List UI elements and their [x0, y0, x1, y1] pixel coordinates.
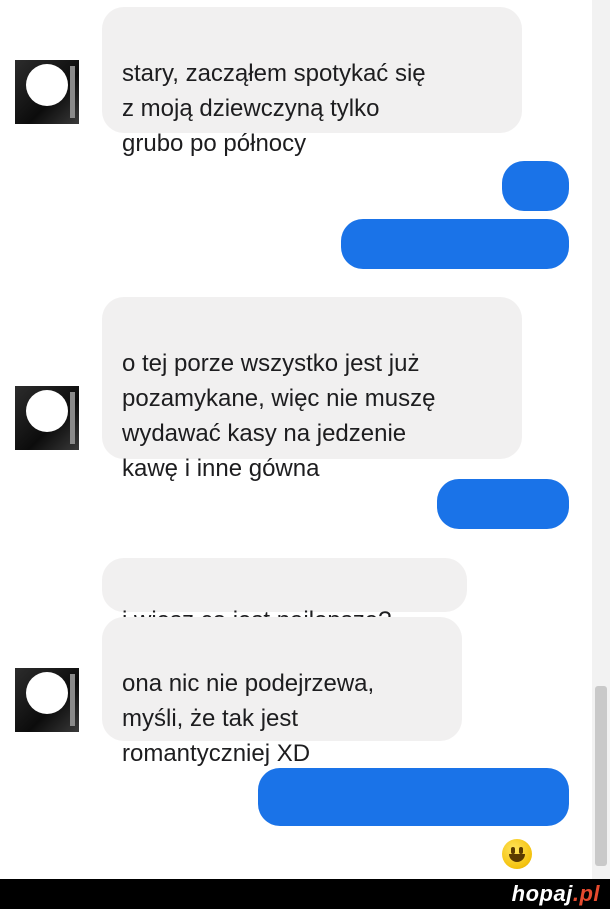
message-text: jesteś geniuszem	[295, 841, 494, 868]
incoming-message: o tej porze wszystko jest już pozamykane…	[102, 297, 522, 482]
outgoing-message: a to dlaczego?	[341, 219, 569, 307]
brand-name: hopaj	[511, 881, 573, 906]
avatar-frame-edge	[70, 392, 75, 444]
brand-tld: .pl	[572, 881, 600, 906]
chat-thread: stary, zacząłem spotykać się z moją dzie…	[0, 0, 592, 879]
site-brand-logo: hopaj.pl	[512, 881, 600, 907]
contact-avatar[interactable]	[15, 60, 79, 124]
message-text: ona nic nie podejrzewa, myśli, że tak je…	[122, 670, 375, 767]
outgoing-message: jesteś geniuszem	[258, 768, 569, 869]
avatar-frame-edge	[70, 674, 75, 726]
contact-avatar[interactable]	[15, 386, 79, 450]
message-text: hahaha	[460, 540, 546, 567]
avatar-placeholder-circle	[26, 390, 68, 432]
message-text: o tej porze wszystko jest już pozamykane…	[122, 350, 436, 482]
smiling-face-emoji-icon	[501, 838, 532, 869]
chat-scrollbar[interactable]	[592, 0, 610, 879]
message-text: stary, zacząłem spotykać się z moją dzie…	[122, 60, 426, 157]
incoming-message: stary, zacząłem spotykać się z moją dzie…	[102, 7, 522, 157]
scrollbar-thumb[interactable]	[595, 686, 607, 866]
incoming-message: i wiesz co jest najlepsze?	[102, 558, 467, 634]
avatar-frame-edge	[70, 66, 75, 118]
avatar-placeholder-circle	[26, 672, 68, 714]
watermark-footer: hopaj.pl	[0, 879, 610, 909]
outgoing-message: hahaha	[437, 479, 569, 567]
incoming-message: ona nic nie podejrzewa, myśli, że tak je…	[102, 617, 462, 767]
avatar-placeholder-circle	[26, 64, 68, 106]
outgoing-message: lol	[502, 161, 569, 249]
contact-avatar[interactable]	[15, 668, 79, 732]
